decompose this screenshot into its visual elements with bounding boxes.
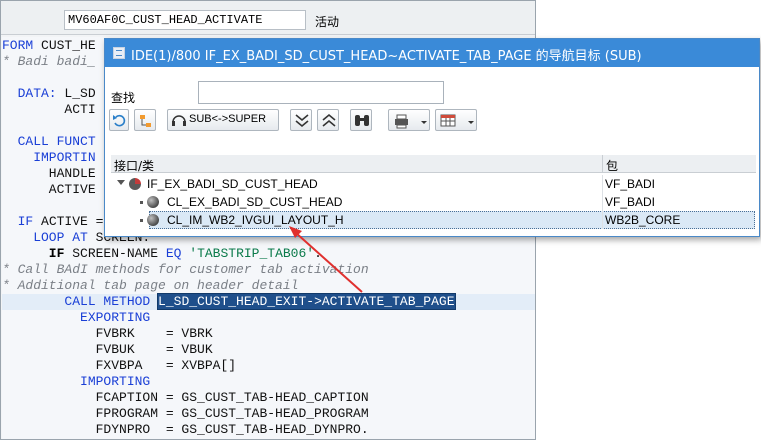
annotation-arrow: [289, 226, 363, 293]
